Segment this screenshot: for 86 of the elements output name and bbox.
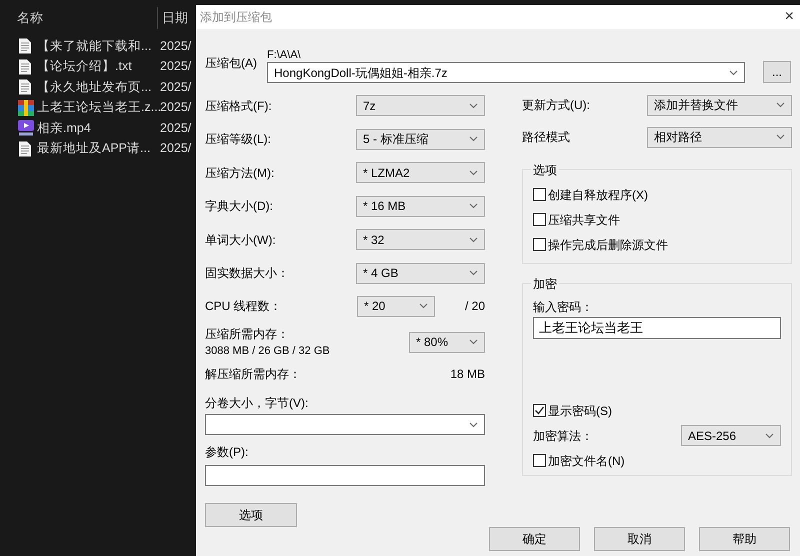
field-label: 参数(P): — [205, 444, 250, 459]
column-header[interactable]: 名称 — [17, 8, 157, 28]
field-label: 加密算法： — [533, 428, 593, 444]
dropdown[interactable]: 7z — [356, 95, 485, 116]
caret-icon — [729, 70, 738, 76]
field-label: 单词大小(W): — [205, 232, 276, 249]
file-date: 2025/ — [160, 38, 192, 55]
document-icon — [18, 38, 32, 54]
field-label: 字典大小(D): — [205, 198, 273, 216]
dialog-button[interactable]: 确定 — [489, 527, 580, 551]
file-name[interactable]: 上老王论坛当老王.z... — [37, 98, 161, 118]
checkbox[interactable] — [533, 238, 546, 251]
field-label: 固实数据大小： — [205, 265, 289, 282]
caret-icon — [469, 203, 478, 210]
dropdown[interactable]: * 4 GB — [356, 262, 485, 284]
dropdown[interactable]: * 16 MB — [356, 196, 485, 217]
file-name[interactable]: 【来了就能下载和... — [37, 36, 161, 56]
memory-value: 18 MB — [450, 366, 485, 383]
field-label: 压缩包(A) — [205, 55, 258, 72]
field-label: 路径模式 — [522, 129, 570, 146]
dropdown[interactable]: * 32 — [356, 229, 485, 250]
caret-icon — [469, 270, 478, 276]
file-date: 2025/ — [160, 140, 192, 158]
browse-button[interactable]: ... — [763, 61, 791, 83]
field-label: 压缩等级(L): — [205, 131, 271, 148]
dropdown[interactable]: * LZMA2 — [356, 162, 485, 184]
field-label: 压缩方法(M): — [205, 164, 274, 182]
caret-icon — [776, 134, 785, 140]
field-label: 压缩所需内存： — [205, 326, 290, 343]
field-label: 压缩格式(F): — [205, 98, 272, 115]
group-title: 选项 — [531, 161, 559, 179]
close-button[interactable]: × — [784, 5, 794, 29]
file-date: 2025/ — [160, 78, 192, 96]
file-date: 2025/ — [160, 120, 192, 137]
document-icon — [18, 58, 32, 75]
window-title: 添加到压缩包 — [200, 9, 272, 26]
field-label: 更新方式(U): — [522, 97, 590, 114]
field-label: 解压缩所需内存： — [205, 366, 301, 383]
field-label: 分卷大小，字节(V): — [205, 395, 310, 410]
memory-usage: 3088 MB / 26 GB / 32 GB — [205, 344, 330, 359]
caret-icon — [419, 303, 428, 309]
caret-icon — [776, 102, 785, 108]
caret-icon — [469, 422, 478, 428]
file-name[interactable]: 【永久地址发布页... — [37, 78, 161, 97]
caret-icon — [469, 102, 478, 109]
file-name[interactable]: 相亲.mp4 — [37, 118, 161, 138]
document-icon — [18, 140, 32, 157]
parameters-field[interactable] — [205, 465, 485, 486]
checkbox-label: 创建自释放程序(X) — [548, 186, 648, 204]
document-icon — [18, 79, 32, 96]
caret-icon — [469, 236, 478, 243]
checkbox[interactable] — [533, 188, 546, 201]
file-date: 2025/ — [160, 99, 192, 116]
dropdown[interactable]: * 20 — [357, 296, 435, 316]
field-label: CPU 线程数： — [205, 298, 283, 315]
file-name[interactable]: 最新地址及APP请... — [37, 139, 161, 158]
video-file-icon — [18, 120, 34, 136]
checkbox-label: 压缩共享文件 — [548, 212, 620, 228]
dialog-button[interactable]: 取消 — [594, 527, 685, 551]
dropdown[interactable]: 添加并替换文件 — [647, 94, 792, 116]
checkbox-label: 显示密码(S) — [548, 402, 612, 420]
column-header[interactable]: 日期 — [162, 8, 188, 28]
archive-path: F:\A\A\ — [267, 48, 302, 62]
file-date: 2025/ — [160, 58, 192, 76]
caret-icon — [469, 339, 478, 345]
checkbox[interactable] — [533, 404, 546, 417]
dropdown[interactable]: AES-256 — [681, 425, 781, 446]
file-name[interactable]: 【论坛介绍】.txt — [37, 57, 161, 76]
password-field[interactable]: 上老王论坛当老王 — [533, 317, 781, 339]
caret-icon — [765, 432, 774, 438]
checkbox-label: 操作完成后删除源文件 — [548, 236, 668, 254]
field-label: 输入密码： — [533, 299, 594, 315]
dropdown[interactable]: * 80% — [409, 332, 485, 352]
options-button[interactable]: 选项 — [205, 503, 297, 527]
archive-icon — [18, 100, 34, 116]
caret-icon — [469, 136, 478, 142]
checkbox-label: 加密文件名(N) — [548, 452, 625, 470]
dropdown[interactable]: HongKongDoll-玩偶姐姐-相亲.7z — [267, 62, 745, 83]
checkbox[interactable] — [533, 454, 546, 467]
dropdown[interactable] — [205, 414, 485, 435]
thread-total: / 20 — [464, 298, 485, 315]
caret-icon — [469, 170, 478, 176]
dialog-button[interactable]: 帮助 — [699, 527, 790, 551]
dropdown[interactable]: 相对路径 — [647, 126, 792, 148]
dropdown[interactable]: 5 - 标准压缩 — [356, 128, 485, 150]
checkbox[interactable] — [533, 213, 546, 226]
